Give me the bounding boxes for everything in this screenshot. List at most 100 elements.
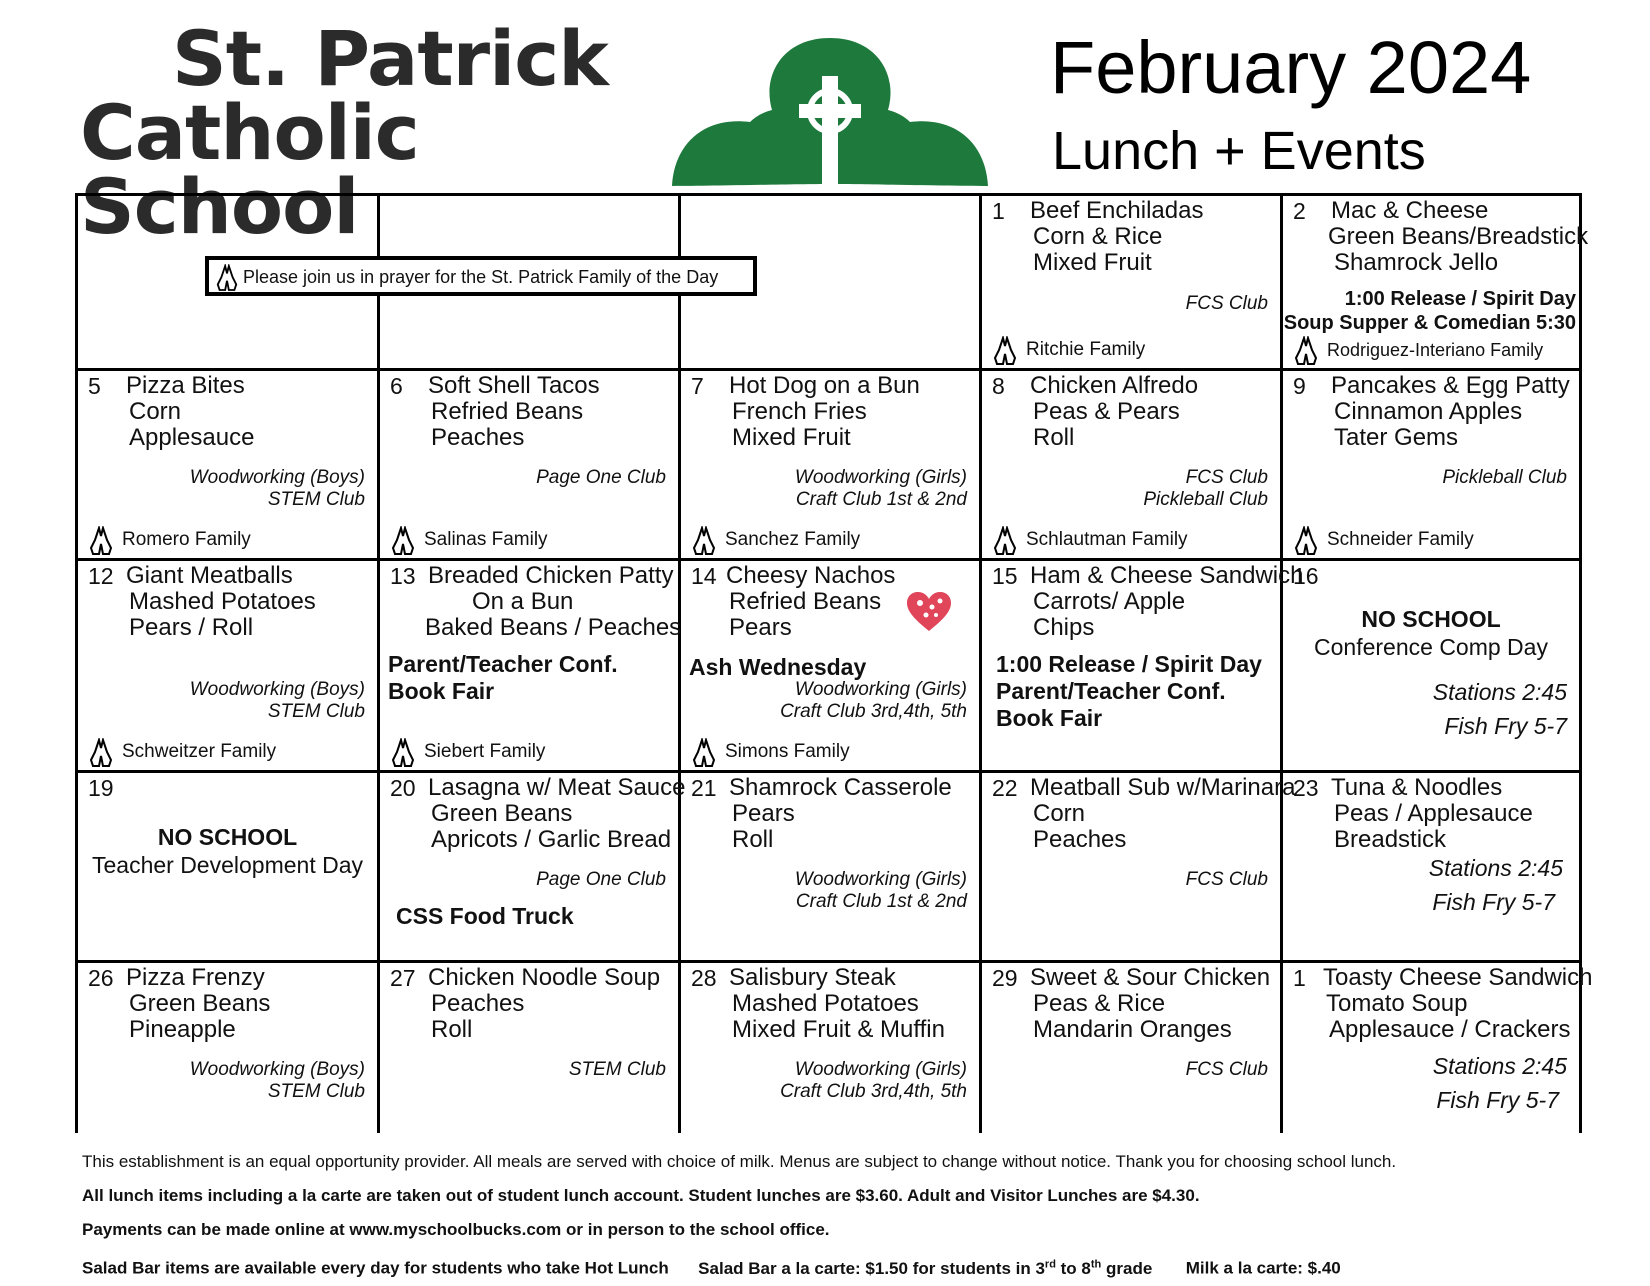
day-number: 12 xyxy=(88,563,114,589)
meal-item: Mixed Fruit xyxy=(1033,249,1152,276)
no-school-heading: NO SCHOOL xyxy=(157,824,298,850)
family-name: Romero Family xyxy=(122,529,251,550)
meal-item: Shamrock Casserole xyxy=(729,774,952,801)
day-cell-feb-23: 23 Tuna & Noodles Peas / Applesauce Brea… xyxy=(1283,773,1579,963)
family-name: Siebert Family xyxy=(424,741,546,762)
meal-item: Tater Gems xyxy=(1334,424,1459,451)
club-list: FCS Club xyxy=(1186,293,1268,315)
no-school-notice: NO SCHOOL Conference Comp Day xyxy=(1283,605,1579,661)
club-item: FCS Club xyxy=(1185,869,1268,890)
club-list: Pickleball Club xyxy=(1442,467,1567,489)
no-school-heading: NO SCHOOL xyxy=(1361,606,1501,632)
meal-item: Beef Enchiladas xyxy=(1030,197,1204,224)
footer-lunch-prices: All lunch items including a la carte are… xyxy=(82,1186,1200,1205)
club-item: Page One Club xyxy=(536,869,666,890)
event-item: CSS Food Truck xyxy=(396,903,574,929)
club-list: Woodworking (Girls) Craft Club 3rd,4th, … xyxy=(780,1059,967,1103)
meal-item: Roll xyxy=(431,1016,473,1043)
day-cell-feb-8: 8 Chicken Alfredo Peas & Pears Roll FCS … xyxy=(982,371,1283,561)
day-number: 21 xyxy=(691,775,717,801)
praying-hands-icon xyxy=(216,262,238,292)
lunch-menu: Ham & Cheese Sandwich Carrots/ Apple Chi… xyxy=(1030,563,1303,641)
event-item: Soup Supper & Comedian 5:30 xyxy=(1283,312,1576,334)
lunch-menu: Toasty Cheese Sandwich Tomato Soup Apple… xyxy=(1323,965,1592,1043)
club-item: FCS Club xyxy=(1185,467,1268,488)
meal-item: Baked Beans / Peaches xyxy=(425,614,682,641)
meal-item: Mixed Fruit & Muffin xyxy=(732,1016,945,1043)
family-of-the-day: Simons Family xyxy=(691,736,850,768)
family-of-the-day: Schlautman Family xyxy=(992,524,1188,556)
event-list: Parent/Teacher Conf. Book Fair xyxy=(388,651,618,705)
lunch-menu: Tuna & Noodles Peas / Applesauce Breadst… xyxy=(1331,775,1533,853)
day-cell-feb-21: 21 Shamrock Casserole Pears Roll Woodwor… xyxy=(681,773,982,963)
meal-item: Refried Beans xyxy=(431,398,584,425)
meal-item: Pizza Frenzy xyxy=(126,964,265,991)
event-list: CSS Food Truck xyxy=(396,903,574,930)
meal-item: Green Beans xyxy=(431,800,573,827)
meal-item: Tuna & Noodles xyxy=(1331,774,1503,801)
praying-hands-icon xyxy=(391,524,415,555)
meal-item: Lasagna w/ Meat Sauce xyxy=(428,774,686,801)
month-title: February 2024 xyxy=(1050,26,1532,109)
meal-item: Soft Shell Tacos xyxy=(428,372,600,399)
meal-item: Cinnamon Apples xyxy=(1334,398,1523,425)
meal-item: Ham & Cheese Sandwich xyxy=(1030,562,1304,589)
meal-item: Peas & Rice xyxy=(1033,990,1166,1017)
club-item: Pickleball Club xyxy=(1143,489,1268,510)
evening-events: Stations 2:45 Fish Fry 5-7 xyxy=(1429,851,1563,919)
meal-item: Pears / Roll xyxy=(129,614,254,641)
meal-item: Peaches xyxy=(431,424,525,451)
club-item: STEM Club xyxy=(267,489,365,510)
praying-hands-icon xyxy=(89,736,113,767)
praying-hands-icon xyxy=(1294,524,1318,555)
meal-item: Pancakes & Egg Patty xyxy=(1331,372,1570,399)
ordinal-suffix: rd xyxy=(1044,1258,1056,1270)
lunch-menu: Mac & Cheese Green Beans/Breadstick Sham… xyxy=(1328,198,1588,276)
meal-item: Applesauce / Crackers xyxy=(1329,1016,1571,1043)
family-of-the-day: Romero Family xyxy=(88,524,251,556)
day-cell-feb-2: 2 Mac & Cheese Green Beans/Breadstick Sh… xyxy=(1283,196,1588,371)
day-cell-feb-26: 26 Pizza Frenzy Green Beans Pineapple Wo… xyxy=(78,963,380,1133)
lunch-menu: Breaded Chicken Patty On a Bun Baked Bea… xyxy=(425,563,682,641)
day-cell-feb-14: 14 Cheesy Nachos Refried Beans Pears Ash… xyxy=(681,561,982,773)
no-school-notice: NO SCHOOL Teacher Development Day xyxy=(78,823,377,879)
meal-item: Toasty Cheese Sandwich xyxy=(1323,964,1593,991)
club-list: FCS Club xyxy=(1186,869,1268,891)
event-item: Book Fair xyxy=(996,705,1103,731)
no-school-reason: Conference Comp Day xyxy=(1314,634,1548,660)
day-cell-feb-20: 20 Lasagna w/ Meat Sauce Green Beans Apr… xyxy=(380,773,686,963)
day-number: 27 xyxy=(390,965,416,991)
day-cell-feb-5: 5 Pizza Bites Corn Applesauce Woodworkin… xyxy=(78,371,380,561)
meal-item: Breadstick xyxy=(1334,826,1447,853)
meal-item: Pizza Bites xyxy=(126,372,245,399)
club-item: Woodworking (Boys) xyxy=(189,467,365,488)
club-list: Woodworking (Girls) Craft Club 1st & 2nd xyxy=(795,869,967,913)
meal-item: On a Bun xyxy=(472,588,574,615)
lunch-menu: Cheesy Nachos Refried Beans Pears xyxy=(726,563,895,641)
event-item: Parent/Teacher Conf. xyxy=(388,651,618,677)
lunch-menu: Pancakes & Egg Patty Cinnamon Apples Tat… xyxy=(1331,373,1570,451)
meal-item: Peaches xyxy=(1033,826,1127,853)
meal-item: Salisbury Steak xyxy=(729,964,896,991)
shamrock-cross-logo xyxy=(672,38,988,186)
family-of-the-day: Rodriguez-Interiano Family xyxy=(1293,334,1543,366)
lunch-menu: Shamrock Casserole Pears Roll xyxy=(729,775,952,853)
meal-item: Roll xyxy=(732,826,774,853)
event-item: Stations 2:45 xyxy=(1428,855,1563,881)
meal-item: Corn xyxy=(1033,800,1086,827)
family-name: Rodriguez-Interiano Family xyxy=(1327,340,1544,360)
club-item: STEM Club xyxy=(267,1081,365,1102)
day-cell-feb-29: 29 Sweet & Sour Chicken Peas & Rice Mand… xyxy=(982,963,1283,1133)
day-cell-feb-1: 1 Beef Enchiladas Corn & Rice Mixed Frui… xyxy=(982,196,1283,371)
day-cell-feb-19: 19 NO SCHOOL Teacher Development Day xyxy=(78,773,380,963)
day-cell-feb-12: 12 Giant Meatballs Mashed Potatoes Pears… xyxy=(78,561,380,773)
meal-item: Corn xyxy=(129,398,182,425)
family-of-the-day: Ritchie Family xyxy=(992,334,1145,366)
club-list: Woodworking (Boys) STEM Club xyxy=(190,467,365,511)
meal-item: Peaches xyxy=(431,990,525,1017)
meal-item: Applesauce xyxy=(129,424,255,451)
evening-events: Stations 2:45 Fish Fry 5-7 xyxy=(1433,675,1567,743)
family-of-the-day: Sanchez Family xyxy=(691,524,860,556)
event-item: Fish Fry 5-7 xyxy=(1432,889,1555,915)
praying-hands-icon xyxy=(993,334,1017,365)
